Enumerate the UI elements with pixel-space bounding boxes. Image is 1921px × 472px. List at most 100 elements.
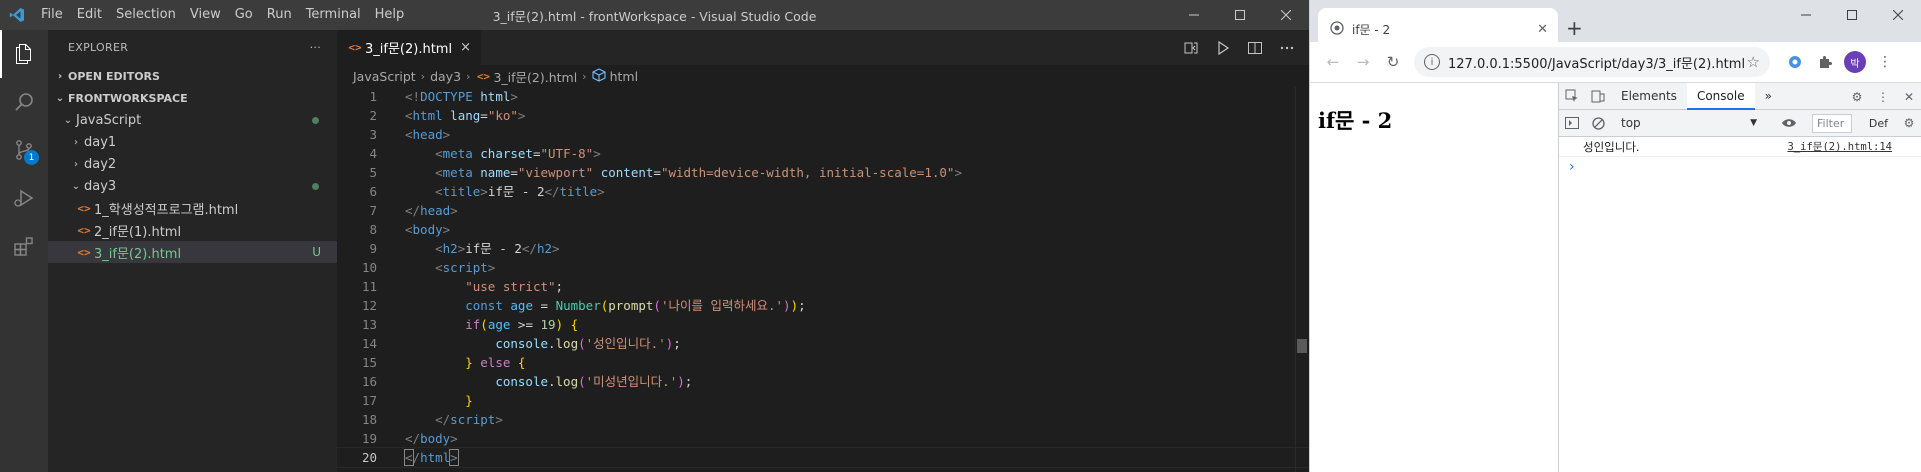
tree-file-3[interactable]: <> 3_if문(2).html U [48,241,337,263]
breadcrumb-item[interactable]: day3 [430,69,461,84]
console-source-link[interactable]: 3_if문(2).html:14 [1788,139,1892,154]
menu-selection[interactable]: Selection [109,0,183,30]
clear-console-icon[interactable] [1585,110,1611,137]
menu-file[interactable]: File [34,0,70,30]
tab-elements[interactable]: Elements [1611,83,1687,110]
context-select[interactable]: top ▼ [1621,116,1761,130]
vscode-titlebar: File Edit Selection View Go Run Terminal… [0,0,1309,30]
editor-tab[interactable]: <> 3_if문(2).html × [337,30,481,65]
open-changes-icon[interactable] [1175,30,1207,65]
chrome-window: if문 - 2 ✕ + ← → ↻ i 127.0.0.1:5500/JavaS… [1309,0,1921,472]
tree-label: JavaScript [76,112,142,128]
source-control-icon[interactable]: 1 [0,126,48,174]
tree-file-2[interactable]: <> 2_if문(1).html [48,219,337,241]
tree-file-1[interactable]: <> 1_학생성적프로그램.html [48,197,337,219]
vscode-window: File Edit Selection View Go Run Terminal… [0,0,1310,472]
tab-close-icon[interactable]: ✕ [1537,22,1548,37]
run-icon[interactable] [1207,30,1239,65]
editor-scrollbar[interactable] [1295,87,1309,472]
modified-dot-icon [312,116,319,124]
menu-go[interactable]: Go [228,0,260,30]
bookmark-star-icon[interactable]: ☆ [1747,53,1760,71]
code-line: 7 </head> [369,203,458,218]
vscode-logo-icon [0,0,34,30]
code-line: 2 <html lang="ko"> [369,108,526,123]
devtools-menu-icon[interactable]: ⋮ [1870,83,1896,110]
tree-folder-day1[interactable]: › day1 [48,131,337,153]
web-page: if문 - 2 [1310,83,1558,472]
site-info-icon[interactable]: i [1424,54,1440,70]
html-file-icon: <> [476,69,491,83]
tree-folder-day2[interactable]: › day2 [48,153,337,175]
html-file-icon: <> [77,201,91,215]
reload-icon[interactable]: ↻ [1378,47,1408,77]
tree-folder-javascript[interactable]: ⌄ JavaScript [48,109,337,131]
console-input-prompt[interactable]: › [1559,157,1921,177]
page-heading: if문 - 2 [1318,108,1393,133]
back-arrow-icon[interactable]: ← [1318,47,1348,77]
globe-icon [1330,20,1344,38]
scrollbar-thumb[interactable] [1297,339,1307,353]
code-line: 4 <meta charset="UTF-8"> [369,146,601,161]
live-expression-eye-icon[interactable] [1776,110,1802,137]
tab-close-icon[interactable]: × [460,40,471,55]
more-tabs-icon[interactable]: » [1755,83,1782,110]
puzzle-extensions-icon[interactable] [1810,47,1840,77]
tree-label: day3 [84,178,117,194]
editor-actions [1175,30,1303,65]
html-file-icon: <> [77,223,91,237]
console-filter-input[interactable]: Filter [1812,114,1852,133]
tab-label: 3_if문(2).html [365,42,453,57]
minimize-button[interactable] [1171,0,1217,30]
settings-gear-icon[interactable]: ⚙ [1844,83,1870,110]
console-toolbar: top ▼ Filter Def ⚙ [1559,110,1921,137]
console-settings-gear-icon[interactable]: ⚙ [1896,110,1921,137]
dropdown-arrow-icon: ▼ [1750,118,1757,128]
workspace-section[interactable]: ⌄ FRONTWORKSPACE [48,87,337,109]
close-devtools-icon[interactable]: ✕ [1896,83,1921,110]
menu-view[interactable]: View [183,0,228,30]
extensions-icon[interactable] [0,222,48,270]
sidebar-toggle-icon[interactable] [1559,110,1585,137]
open-editors-section[interactable]: › OPEN EDITORS [48,65,337,87]
profile-avatar[interactable]: 박 [1840,47,1870,77]
chrome-menu-icon[interactable]: ⋮ [1870,47,1900,77]
menu-bar: File Edit Selection View Go Run Terminal… [34,0,411,30]
inspect-element-icon[interactable] [1559,83,1585,110]
extension-icon[interactable] [1780,47,1810,77]
explorer-icon[interactable] [0,30,48,78]
devtools-right-actions: ⚙ ⋮ ✕ [1844,83,1921,110]
code-line: 13 if(age >= 19) { [361,317,579,332]
code-line: 1 <!DOCTYPE html> [369,89,518,104]
forward-arrow-icon[interactable]: → [1348,47,1378,77]
tree-folder-day3[interactable]: ⌄ day3 [48,175,337,197]
breadcrumb-item[interactable]: 3_if문(2).html [493,67,577,86]
editor-group: <> 3_if문(2).html × JavaScript › day3 › <… [336,30,1310,472]
run-debug-icon[interactable] [0,174,48,222]
log-levels-dropdown[interactable]: Def [1869,114,1888,133]
split-editor-icon[interactable] [1239,30,1271,65]
code-editor[interactable]: 1 <!DOCTYPE html> 2 <html lang="ko"> 3 <hea… [336,87,1310,468]
address-bar[interactable]: i 127.0.0.1:5500/JavaScript/day3/3_if문(2… [1414,47,1770,77]
menu-run[interactable]: Run [260,0,299,30]
new-tab-button[interactable]: + [1566,16,1583,40]
code-line: 12 const age = Number(prompt('나이를 입력하세요.… [361,298,806,313]
menu-terminal[interactable]: Terminal [299,0,368,30]
minimize-button[interactable] [1783,0,1829,30]
code-line: 16 console.log('미성년입니다.'); [361,374,693,389]
tab-console[interactable]: Console [1686,82,1755,110]
menu-help[interactable]: Help [368,0,412,30]
search-icon[interactable] [0,78,48,126]
maximize-button[interactable] [1217,0,1263,30]
devtools-tabbar: Elements Console » ⚙ ⋮ ✕ [1559,82,1921,110]
menu-edit[interactable]: Edit [70,0,109,30]
more-actions-icon[interactable] [1271,30,1303,65]
explorer-more-button[interactable]: ··· [310,41,321,54]
breadcrumb-item[interactable]: html [610,69,638,84]
device-toolbar-icon[interactable] [1585,83,1611,110]
close-window-button[interactable] [1875,0,1921,30]
maximize-button[interactable] [1829,0,1875,30]
console-message: 성인입니다. 3_if문(2).html:14 [1559,137,1921,157]
breadcrumb-item[interactable]: JavaScript [353,69,416,84]
close-window-button[interactable] [1263,0,1309,30]
